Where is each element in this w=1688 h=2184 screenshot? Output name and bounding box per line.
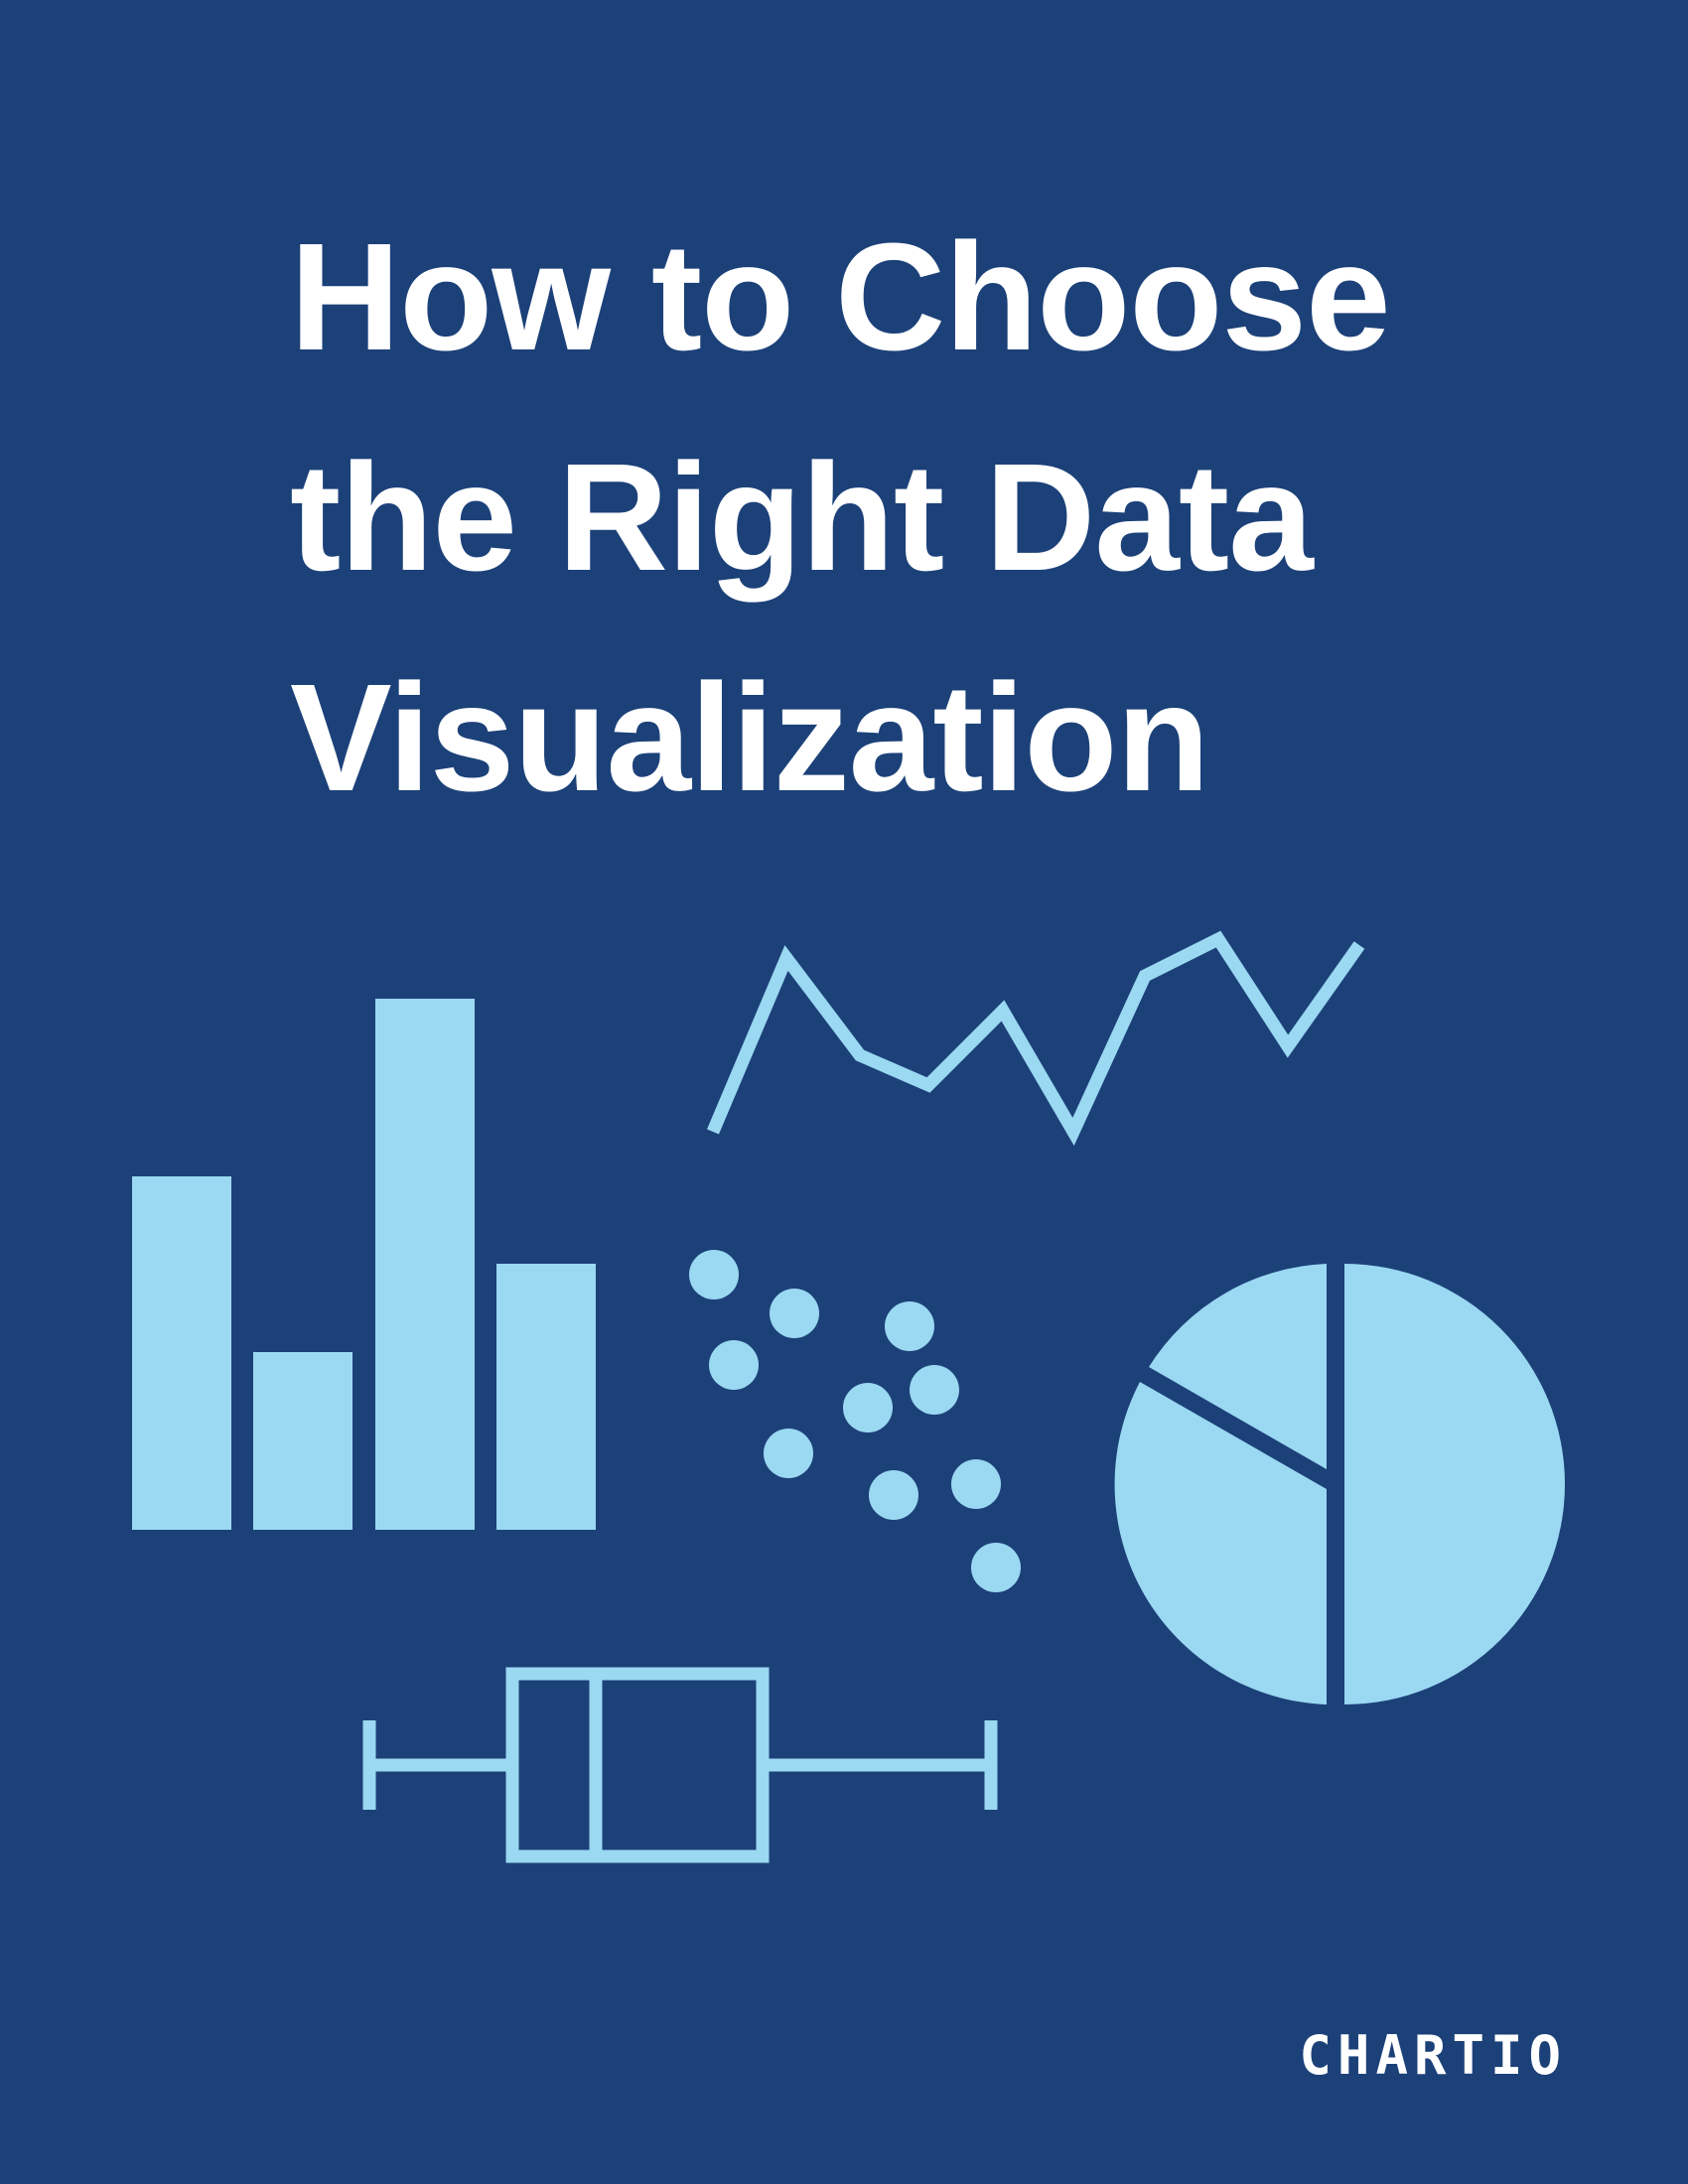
- box-plot-box: [505, 1667, 770, 1863]
- scatter-plot-icon: [689, 1250, 1021, 1592]
- pie-chart-icon: [1114, 1264, 1565, 1705]
- bar-4: [496, 1264, 596, 1530]
- bar-3: [375, 999, 475, 1530]
- scatter-dot: [770, 1289, 819, 1338]
- scatter-dot: [869, 1470, 918, 1520]
- line-chart-icon: [707, 930, 1365, 1147]
- scatter-dot: [971, 1543, 1021, 1592]
- scatter-dot: [951, 1459, 1001, 1509]
- cover-illustration: [132, 930, 1565, 1863]
- scatter-dot: [910, 1365, 959, 1415]
- bar-chart-icon: [132, 999, 596, 1530]
- pie-slice-large: [1344, 1264, 1565, 1705]
- cover-page: How to Choose the Right Data Visualizati…: [0, 0, 1688, 2184]
- box-plot-icon: [362, 1667, 998, 1863]
- bar-2: [253, 1352, 352, 1530]
- scatter-dot: [709, 1340, 759, 1390]
- brand-logo: CHARTIO: [1299, 2024, 1567, 2087]
- scatter-dot: [843, 1383, 893, 1433]
- bar-1: [132, 1176, 231, 1530]
- scatter-dot: [689, 1250, 739, 1299]
- scatter-dot: [764, 1429, 813, 1478]
- scatter-dot: [885, 1301, 934, 1351]
